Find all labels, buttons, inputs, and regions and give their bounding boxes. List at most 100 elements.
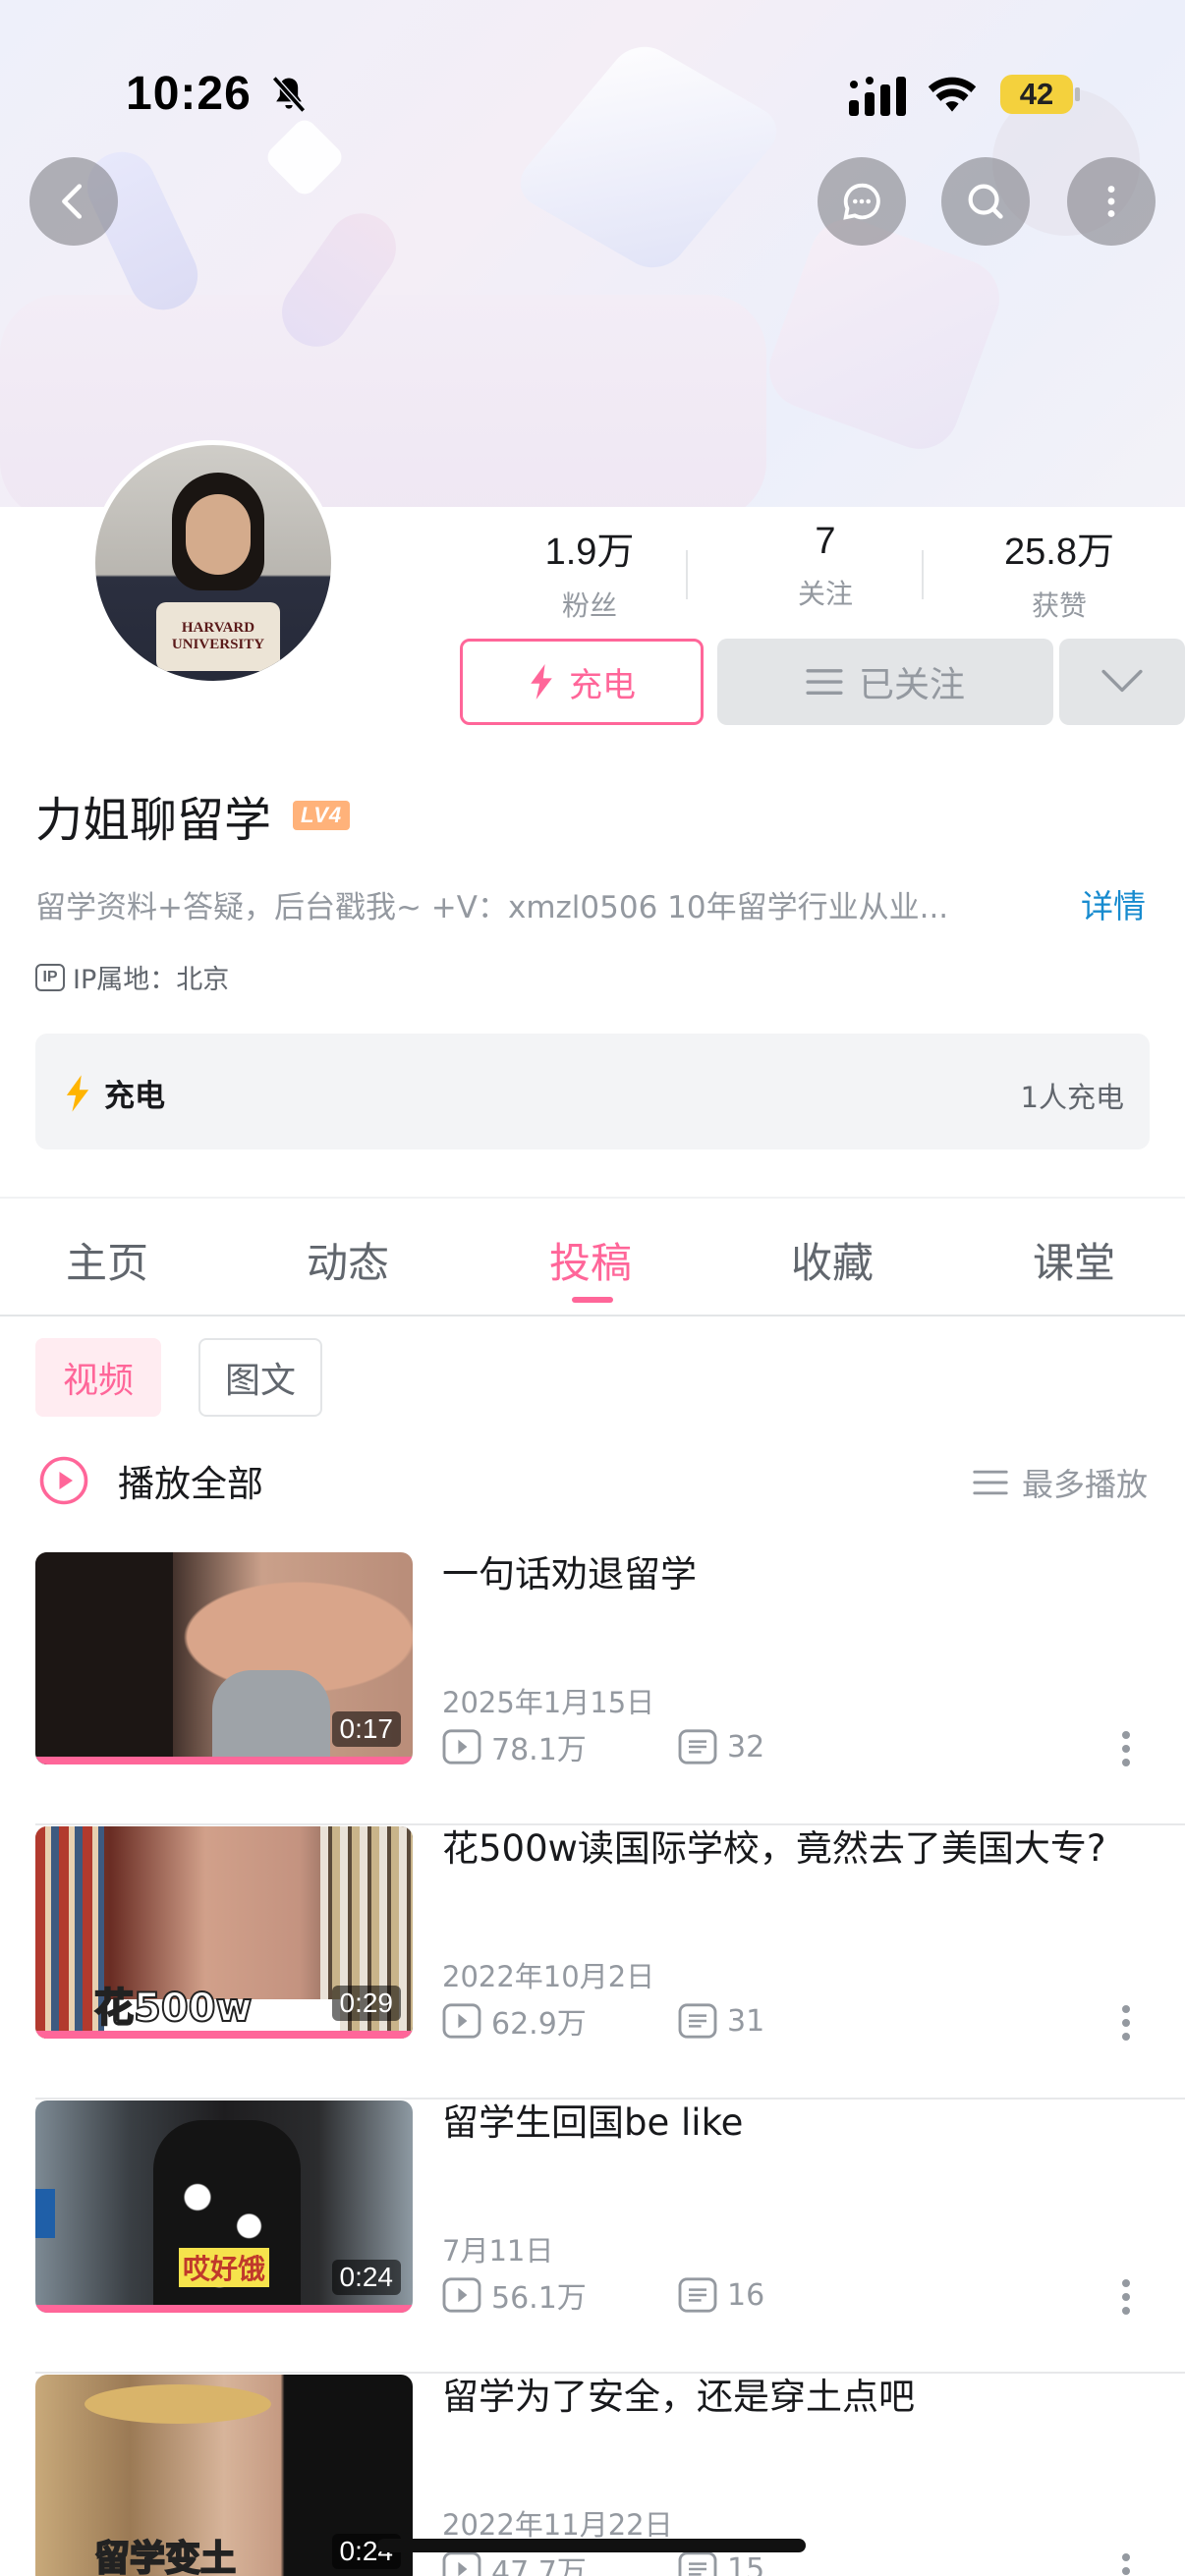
recommend-dropdown-button[interactable] [1059, 639, 1185, 725]
avatar-pillow-text: HARVARD UNIVERSITY [156, 602, 280, 671]
level-badge: LV4 [293, 801, 351, 830]
play-circle-icon [39, 1456, 88, 1505]
video-item[interactable]: 花500w 0:29 花500w读国际学校，竟然去了美国大专? 2022年10月… [0, 1826, 1185, 2100]
back-button[interactable] [29, 157, 118, 246]
video-thumbnail[interactable]: 花500w 0:29 [35, 1826, 413, 2039]
sort-label: 最多播放 [1021, 1466, 1148, 1503]
play-count-icon [442, 2277, 481, 2313]
video-item[interactable]: 0:17 一句话劝退留学 2025年1月15日 78.1万 32 [0, 1552, 1185, 1825]
search-button[interactable] [941, 157, 1030, 246]
user-bio: 留学资料+答疑，后台戳我~ +V：xmzl0506 10年留学行业从业... [35, 890, 949, 925]
video-date: 2025年1月15日 [442, 1686, 655, 1719]
charge-button[interactable]: 充电 [460, 639, 704, 725]
bell-off-icon [271, 76, 307, 113]
comment-icon [678, 2003, 717, 2039]
video-comments: 31 [727, 2003, 765, 2039]
play-count-icon [442, 1729, 481, 1764]
back-icon [62, 184, 83, 219]
ip-location: IP IP属地：北京 [35, 958, 229, 996]
video-caption: 留学变土 [93, 2538, 237, 2576]
more-icon[interactable] [1114, 2277, 1138, 2317]
charge-count: 1人充电 [1020, 1081, 1124, 1114]
bolt-icon [531, 664, 552, 700]
video-date: 2022年11月22日 [442, 2508, 673, 2542]
play-count-icon [442, 2551, 481, 2576]
video-title: 留学生回国be like [442, 2101, 744, 2144]
play-all-button[interactable]: 播放全部 [37, 1454, 263, 1507]
signal-icon [849, 77, 906, 116]
tab-dynamics[interactable]: 动态 [250, 1230, 446, 1290]
profile-stats: 1.9万 粉丝 7 关注 25.8万 获赞 [472, 521, 1185, 629]
video-title: 留学为了安全，还是穿土点吧 [442, 2376, 915, 2418]
active-tab-indicator [572, 1297, 613, 1303]
video-views: 62.9万 [491, 2007, 587, 2042]
profile-tabs: 主页 动态 投稿 收藏 课堂 [0, 1201, 1185, 1316]
stat-value: 1.9万 [544, 532, 635, 573]
video-caption: 花500w [93, 1985, 253, 2032]
clock: 10:26 [126, 68, 252, 120]
battery-indicator: 42 [1000, 75, 1080, 114]
tab-classroom[interactable]: 课堂 [976, 1230, 1172, 1290]
sort-button[interactable]: 最多播放 [973, 1460, 1148, 1505]
wifi-icon [928, 77, 977, 112]
stat-following[interactable]: 7 关注 [707, 521, 943, 612]
video-thumbnail[interactable]: 哎好饿 0:24 [35, 2100, 413, 2313]
video-thumbnail[interactable]: 0:17 [35, 1552, 413, 1764]
more-button[interactable] [1067, 157, 1156, 246]
play-all-label: 播放全部 [118, 1463, 263, 1505]
charge-button-label: 充电 [569, 665, 636, 705]
video-duration: 0:24 [331, 2260, 401, 2295]
video-item[interactable]: 哎好饿 0:24 留学生回国be like 7月11日 56.1万 16 [0, 2100, 1185, 2374]
video-comments: 15 [727, 2551, 765, 2576]
play-count-icon [442, 2003, 481, 2039]
tab-home[interactable]: 主页 [9, 1230, 205, 1290]
video-duration: 0:29 [331, 1986, 401, 2021]
charge-card-label: 充电 [104, 1079, 165, 1114]
stat-value: 25.8万 [1004, 532, 1114, 573]
bio-detail-link[interactable]: 详情 [1081, 880, 1146, 927]
user-name: 力姐聊留学 [35, 793, 272, 848]
filter-article[interactable]: 图文 [198, 1338, 322, 1417]
video-thumbnail[interactable]: 留学变土 0:24 [35, 2375, 413, 2576]
more-icon[interactable] [1114, 2003, 1138, 2043]
more-icon [1107, 186, 1115, 217]
comment-icon [678, 2551, 717, 2576]
charge-card[interactable]: 充电 1人充电 [35, 1034, 1150, 1149]
ip-location-text: IP属地：北京 [73, 965, 230, 995]
battery-level: 42 [1000, 75, 1073, 114]
video-comments: 16 [727, 2277, 765, 2313]
video-date: 7月11日 [442, 2234, 554, 2268]
video-caption: 哎好饿 [179, 2248, 270, 2287]
follow-button-label: 已关注 [858, 665, 965, 705]
list-icon [973, 1470, 1008, 1495]
video-duration: 0:17 [331, 1711, 401, 1747]
ip-icon: IP [35, 963, 65, 991]
tab-uploads[interactable]: 投稿 [492, 1230, 689, 1290]
comment-icon [678, 1729, 717, 1764]
video-title: 一句话劝退留学 [442, 1553, 697, 1596]
filter-video[interactable]: 视频 [35, 1338, 161, 1417]
more-icon[interactable] [1114, 2551, 1138, 2576]
message-button[interactable] [818, 157, 906, 246]
video-views: 56.1万 [491, 2281, 587, 2316]
message-icon [843, 183, 880, 220]
video-views: 78.1万 [491, 1733, 587, 1767]
avatar[interactable]: HARVARD UNIVERSITY [90, 440, 336, 686]
name-row: 力姐聊留学 LV4 [35, 781, 351, 850]
follow-button[interactable]: 已关注 [717, 639, 1053, 725]
status-bar: 10:26 42 [0, 0, 1185, 187]
stat-label: 获赞 [1031, 589, 1087, 622]
video-date: 2022年10月2日 [442, 1960, 655, 1993]
home-indicator[interactable] [377, 2539, 806, 2552]
tab-favorites[interactable]: 收藏 [734, 1230, 931, 1290]
video-title: 花500w读国际学校，竟然去了美国大专? [442, 1827, 1106, 1870]
comment-icon [678, 2277, 717, 2313]
stat-likes[interactable]: 25.8万 获赞 [941, 521, 1177, 624]
stat-label: 粉丝 [561, 589, 617, 622]
stat-label: 关注 [797, 578, 853, 610]
stat-value: 7 [815, 521, 836, 562]
menu-icon [806, 669, 843, 695]
bolt-icon [66, 1074, 89, 1112]
stat-followers[interactable]: 1.9万 粉丝 [472, 521, 707, 624]
more-icon[interactable] [1114, 1729, 1138, 1768]
